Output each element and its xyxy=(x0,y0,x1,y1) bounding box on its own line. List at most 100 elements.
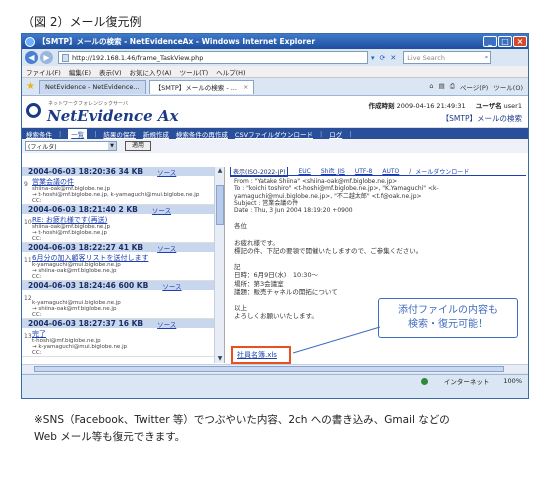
tab-netevidence[interactable]: NetEvidence - NetEvidence... xyxy=(38,79,146,94)
zoom-level[interactable]: 100% xyxy=(503,377,522,385)
mail-cc: CC: xyxy=(32,274,42,280)
favorites-star-icon[interactable]: ★ xyxy=(26,81,35,92)
mail-cc: CC: xyxy=(32,350,42,356)
scrollbar-thumb[interactable] xyxy=(34,366,504,372)
menu-favorites[interactable]: お気に入り(A) xyxy=(130,67,172,77)
mail-date: 2004-06-03 18:22:27 xyxy=(28,243,116,252)
mail-to: → t-hoshi@mf.biglobe.ne.jp, k-yamaguchi@… xyxy=(32,192,200,198)
mail-download-link[interactable]: メールダウンロード xyxy=(415,167,469,176)
address-input[interactable]: http://192.168.1.46/frame_TaskView.php xyxy=(58,51,368,64)
forward-icon[interactable]: ▶ xyxy=(40,51,53,64)
apply-button[interactable]: 適用 xyxy=(125,141,152,151)
callout-box: 添付ファイルの内容も 検索・復元可能！ xyxy=(378,298,518,338)
source-link[interactable]: ソース xyxy=(157,319,176,329)
body-line: 日時：6月9日(水) 10:30～ xyxy=(234,271,319,280)
filter-select[interactable]: (フィルタ) ▼ xyxy=(25,141,117,151)
source-link[interactable]: ソース xyxy=(157,243,176,253)
nav-csv-download[interactable]: CSVファイルダウンロード xyxy=(235,129,313,139)
menu-edit[interactable]: 編集(E) xyxy=(69,67,91,77)
address-text: http://192.168.1.46/frame_TaskView.php xyxy=(72,53,204,62)
mail-number: 13 xyxy=(24,333,32,340)
dropdown-icon[interactable]: ▾ xyxy=(371,54,375,62)
encoding-euc[interactable]: EUC xyxy=(298,168,310,175)
mail-size: 2 KB xyxy=(118,205,138,214)
minimize-button[interactable]: _ xyxy=(483,36,497,47)
mail-date: 2004-06-03 18:24:46 xyxy=(28,281,116,290)
mail-number: 10 xyxy=(24,219,32,226)
nav-log[interactable]: ログ xyxy=(329,129,342,139)
encoding-iso2022jp[interactable]: 表示(ISO-2022-JP) xyxy=(230,167,289,177)
nav-separator: | xyxy=(94,129,97,138)
nav-new[interactable]: 新規作成 xyxy=(143,129,169,139)
nav-recreate-conditions[interactable]: 検索条件の再作成 xyxy=(176,129,228,139)
attachment-link[interactable]: 社員名簿.xls xyxy=(237,350,277,360)
footnote: ※SNS（Facebook、Twitter 等）でつぶやいた内容、2ch への書… xyxy=(34,412,534,446)
maximize-button[interactable]: □ xyxy=(498,36,512,47)
app-header: ネットワークフォレンジックサーバ NetEvidence Ax 作成時刻 200… xyxy=(22,96,528,128)
menu-tools[interactable]: ツール(T) xyxy=(180,67,209,77)
mail-to-header: To : "koichi toshiro" <t-hoshi@mf.biglob… xyxy=(234,185,439,200)
mail-number: 9 xyxy=(24,181,28,188)
nav-list[interactable]: 一覧 xyxy=(68,128,88,139)
mail-list-scrollbar[interactable]: ▲ ▼ xyxy=(214,167,224,363)
logo-text: NetEvidence Ax xyxy=(47,107,179,125)
scrollbar-thumb[interactable] xyxy=(216,185,224,225)
mail-header: 2004-06-03 18:20:36 34 KB ソース xyxy=(22,167,224,177)
scroll-up-icon[interactable]: ▲ xyxy=(215,167,225,175)
encoding-auto[interactable]: AUTO xyxy=(382,168,399,175)
window-title: 【SMTP】メールの検索 - NetEvidenceAx - Windows I… xyxy=(38,37,316,46)
encoding-shiftjis[interactable]: Shift_JIS xyxy=(321,168,345,175)
back-icon[interactable]: ◀ xyxy=(25,51,38,64)
scroll-down-icon[interactable]: ▼ xyxy=(215,355,225,363)
list-item[interactable]: 2004-06-03 18:20:36 34 KB ソース 9 営業会議の件 sh… xyxy=(22,167,224,205)
encoding-utf8[interactable]: UTF-8 xyxy=(355,168,373,175)
search-icon[interactable]: ⌕ xyxy=(485,53,491,62)
mail-header: 2004-06-03 18:22:27 41 KB ソース xyxy=(22,243,224,253)
title-bar: 【SMTP】メールの検索 - NetEvidenceAx - Windows I… xyxy=(22,34,528,49)
figure-caption: （図 2）メール復元例 xyxy=(22,15,142,29)
source-link[interactable]: ソース xyxy=(162,281,181,291)
list-item[interactable]: 2004-06-03 18:21:40 2 KB ソース 10 RE: お疲れ様で… xyxy=(22,205,224,243)
app-nav: 検索条件 | 一覧 | 結果の保存 新規作成 検索条件の再作成 CSVファイルダ… xyxy=(22,128,528,139)
horizontal-scrollbar[interactable] xyxy=(22,364,528,373)
status-zone: インターネット xyxy=(407,376,490,386)
refresh-icon[interactable]: ⟳ xyxy=(380,54,386,62)
mail-date: 2004-06-03 18:21:40 xyxy=(28,205,116,214)
tab-close-icon[interactable]: × xyxy=(243,83,248,91)
nav-save-results[interactable]: 結果の保存 xyxy=(103,129,136,139)
mail-viewer: 表示(ISO-2022-JP) EUC Shift_JIS UTF-8 AUTO… xyxy=(230,167,526,367)
list-item[interactable]: 2004-06-03 18:22:27 41 KB ソース 11 6月分の加入顧客… xyxy=(22,243,224,281)
stop-icon[interactable]: ✕ xyxy=(390,54,396,62)
close-button[interactable]: × xyxy=(513,36,527,47)
created-value: 2009-04-16 21:49:31 xyxy=(396,102,466,110)
menu-file[interactable]: ファイル(F) xyxy=(26,67,61,77)
status-zone-label: インターネット xyxy=(443,377,490,386)
menu-help[interactable]: ヘルプ(H) xyxy=(216,67,245,77)
tools-menu[interactable]: ツール(O) xyxy=(493,82,523,92)
home-icon[interactable]: ⌂ xyxy=(429,82,433,92)
page-menu[interactable]: ページ(P) xyxy=(460,82,488,92)
nav-separator: | xyxy=(349,129,352,138)
mail-size: 16 KB xyxy=(118,319,144,328)
mail-cc: CC: xyxy=(32,236,42,242)
app-content: ネットワークフォレンジックサーバ NetEvidence Ax 作成時刻 200… xyxy=(22,96,528,373)
search-input[interactable]: Live Search ⌕ xyxy=(403,51,492,64)
menu-bar: ファイル(F) 編集(E) 表示(V) お気に入り(A) ツール(T) ヘルプ(… xyxy=(22,66,528,78)
menu-view[interactable]: 表示(V) xyxy=(99,67,122,77)
tab-bar: ★ NetEvidence - NetEvidence... 【SMTP】メール… xyxy=(22,78,528,96)
source-link[interactable]: ソース xyxy=(157,167,176,177)
session-meta: 作成時刻 2009-04-16 21:49:31 ユーザ名 user1 xyxy=(369,100,522,110)
print-icon[interactable]: ⎙ xyxy=(450,82,455,92)
callout-line: 添付ファイルの内容も xyxy=(398,305,498,316)
mail-size: 41 KB xyxy=(118,243,144,252)
list-item[interactable]: 2004-06-03 18:24:46 600 KB ソース 12 k-yamag… xyxy=(22,281,224,319)
separator: / xyxy=(409,167,412,175)
tab-smtp-search[interactable]: 【SMTP】メールの検索 - ... × xyxy=(148,79,255,94)
source-link[interactable]: ソース xyxy=(152,205,171,215)
mail-size: 600 KB xyxy=(118,281,149,290)
nav-search-conditions[interactable]: 検索条件 xyxy=(26,129,52,139)
list-item[interactable]: 2004-06-03 18:27:37 16 KB ソース 13 完了 t-hos… xyxy=(22,319,224,357)
mail-to: → shiina-oak@mf.biglobe.ne.jp xyxy=(32,268,117,274)
feeds-icon[interactable]: ▤ xyxy=(439,82,445,92)
